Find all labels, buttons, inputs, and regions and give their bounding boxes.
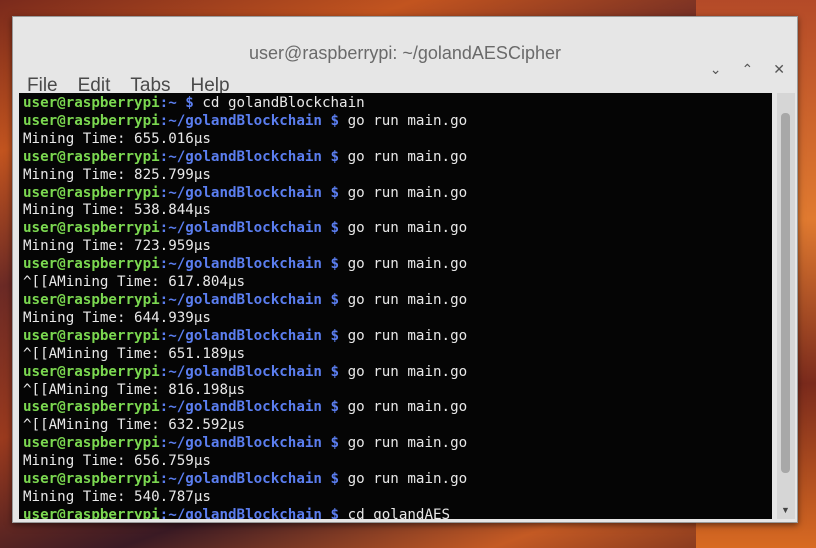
prompt-line: user@raspberrypi:~/golandBlockchain $ cd… bbox=[23, 507, 768, 519]
prompt-line: user@raspberrypi:~/golandBlockchain $ go… bbox=[23, 399, 768, 417]
line-text: ^[[AMining Time: 816.198µs bbox=[23, 381, 246, 398]
close-icon[interactable]: ✕ bbox=[773, 61, 785, 78]
line-text: Mining Time: 644.939µs bbox=[23, 309, 211, 326]
terminal-window[interactable]: user@raspberrypi: ~/golandAESCipher ⌄ ⌃ … bbox=[12, 16, 798, 523]
prompt-path: :~/golandBlockchain $ bbox=[159, 112, 340, 129]
prompt-line: user@raspberrypi:~/golandBlockchain $ go… bbox=[23, 364, 768, 382]
output-line: Mining Time: 656.759µs bbox=[23, 453, 768, 471]
prompt-user: user@raspberrypi bbox=[23, 95, 160, 111]
line-text: go run main.go bbox=[339, 471, 468, 488]
prompt-line: user@raspberrypi:~/golandBlockchain $ go… bbox=[23, 113, 768, 131]
line-text: Mining Time: 825.799µs bbox=[23, 166, 211, 183]
prompt-line: user@raspberrypi:~/golandBlockchain $ go… bbox=[23, 256, 768, 274]
output-line: ^[[AMining Time: 632.592µs bbox=[23, 417, 768, 435]
prompt-path: :~/golandBlockchain $ bbox=[159, 471, 340, 488]
line-text: cd golandAES bbox=[339, 506, 451, 519]
prompt-path: :~/golandBlockchain $ bbox=[159, 435, 340, 452]
prompt-user: user@raspberrypi bbox=[23, 399, 160, 416]
prompt-user: user@raspberrypi bbox=[23, 220, 160, 237]
output-line: ^[[AMining Time: 617.804µs bbox=[23, 274, 768, 292]
terminal-output[interactable]: user@raspberrypi:~ $ cd golandBlockchain… bbox=[19, 93, 772, 519]
output-line: ^[[AMining Time: 816.198µs bbox=[23, 382, 768, 400]
line-text: go run main.go bbox=[339, 363, 468, 380]
output-line: Mining Time: 538.844µs bbox=[23, 202, 768, 220]
scrollbar-thumb[interactable] bbox=[781, 113, 790, 473]
prompt-path: :~/golandBlockchain $ bbox=[159, 256, 340, 273]
line-text: go run main.go bbox=[339, 291, 468, 308]
line-text: go run main.go bbox=[339, 399, 468, 416]
line-text: ^[[AMining Time: 651.189µs bbox=[23, 345, 246, 362]
prompt-user: user@raspberrypi bbox=[23, 435, 160, 452]
line-text: Mining Time: 540.787µs bbox=[23, 488, 211, 505]
prompt-line: user@raspberrypi:~ $ cd golandBlockchain bbox=[23, 95, 768, 113]
prompt-user: user@raspberrypi bbox=[23, 506, 160, 519]
prompt-path: :~/golandBlockchain $ bbox=[159, 363, 340, 380]
line-text: ^[[AMining Time: 617.804µs bbox=[23, 274, 246, 291]
prompt-line: user@raspberrypi:~/golandBlockchain $ go… bbox=[23, 471, 768, 489]
maximize-icon[interactable]: ⌃ bbox=[742, 61, 754, 78]
prompt-path: :~ $ bbox=[159, 95, 194, 111]
prompt-path: :~/golandBlockchain $ bbox=[159, 291, 340, 308]
prompt-line: user@raspberrypi:~/golandBlockchain $ go… bbox=[23, 292, 768, 310]
prompt-path: :~/golandBlockchain $ bbox=[159, 184, 340, 201]
prompt-path: :~/golandBlockchain $ bbox=[159, 148, 340, 165]
line-text: cd golandBlockchain bbox=[193, 95, 365, 111]
prompt-path: :~/golandBlockchain $ bbox=[159, 327, 340, 344]
output-line: Mining Time: 644.939µs bbox=[23, 310, 768, 328]
prompt-path: :~/golandBlockchain $ bbox=[159, 220, 340, 237]
window-title: user@raspberrypi: ~/golandAESCipher bbox=[249, 43, 561, 63]
line-text: go run main.go bbox=[339, 435, 468, 452]
line-text: go run main.go bbox=[339, 220, 468, 237]
prompt-user: user@raspberrypi bbox=[23, 184, 160, 201]
prompt-user: user@raspberrypi bbox=[23, 327, 160, 344]
title-bar[interactable]: user@raspberrypi: ~/golandAESCipher ⌄ ⌃ … bbox=[13, 17, 797, 77]
line-text: go run main.go bbox=[339, 184, 468, 201]
line-text: Mining Time: 723.959µs bbox=[23, 238, 211, 255]
prompt-user: user@raspberrypi bbox=[23, 291, 160, 308]
output-line: Mining Time: 723.959µs bbox=[23, 238, 768, 256]
window-controls: ⌄ ⌃ ✕ bbox=[710, 61, 785, 78]
prompt-user: user@raspberrypi bbox=[23, 112, 160, 129]
prompt-line: user@raspberrypi:~/golandBlockchain $ go… bbox=[23, 435, 768, 453]
prompt-user: user@raspberrypi bbox=[23, 363, 160, 380]
prompt-line: user@raspberrypi:~/golandBlockchain $ go… bbox=[23, 328, 768, 346]
output-line: ^[[AMining Time: 651.189µs bbox=[23, 346, 768, 364]
line-text: go run main.go bbox=[339, 148, 468, 165]
line-text: Mining Time: 538.844µs bbox=[23, 202, 211, 219]
prompt-line: user@raspberrypi:~/golandBlockchain $ go… bbox=[23, 220, 768, 238]
line-text: go run main.go bbox=[339, 256, 468, 273]
output-line: Mining Time: 540.787µs bbox=[23, 489, 768, 507]
scroll-down-icon[interactable]: ▼ bbox=[781, 505, 790, 515]
prompt-user: user@raspberrypi bbox=[23, 256, 160, 273]
prompt-path: :~/golandBlockchain $ bbox=[159, 399, 340, 416]
output-line: Mining Time: 655.016µs bbox=[23, 131, 768, 149]
line-text: Mining Time: 655.016µs bbox=[23, 130, 211, 147]
line-text: ^[[AMining Time: 632.592µs bbox=[23, 417, 246, 434]
minimize-icon[interactable]: ⌄ bbox=[710, 61, 722, 78]
output-line: Mining Time: 825.799µs bbox=[23, 167, 768, 185]
scrollbar[interactable]: ▼ bbox=[777, 93, 795, 519]
prompt-path: :~/golandBlockchain $ bbox=[159, 506, 340, 519]
prompt-line: user@raspberrypi:~/golandBlockchain $ go… bbox=[23, 149, 768, 167]
line-text: go run main.go bbox=[339, 112, 468, 129]
prompt-line: user@raspberrypi:~/golandBlockchain $ go… bbox=[23, 185, 768, 203]
prompt-user: user@raspberrypi bbox=[23, 471, 160, 488]
prompt-user: user@raspberrypi bbox=[23, 148, 160, 165]
line-text: go run main.go bbox=[339, 327, 468, 344]
line-text: Mining Time: 656.759µs bbox=[23, 453, 211, 470]
